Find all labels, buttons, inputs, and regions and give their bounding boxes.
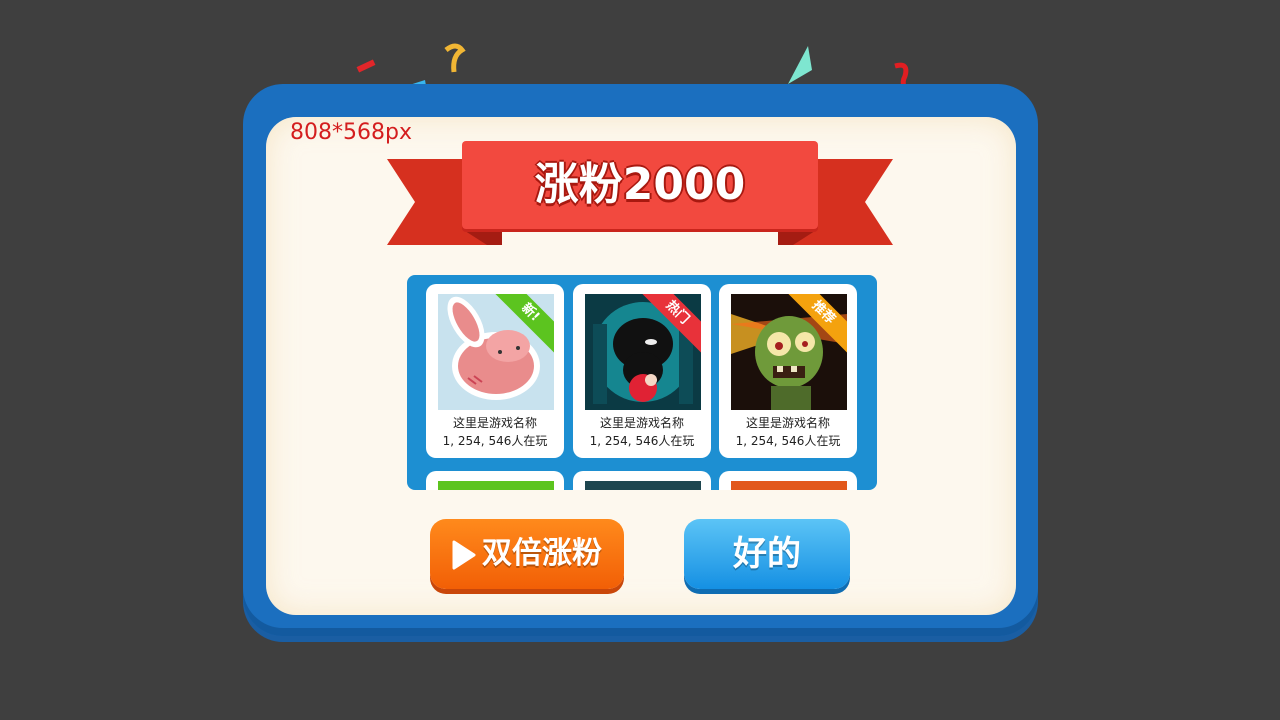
game-card[interactable] [719, 471, 857, 490]
game-name: 这里是游戏名称 [452, 416, 537, 430]
game-card[interactable]: 新! 这里是游戏名称 1, 254, 546人在玩 [426, 284, 564, 458]
play-icon [452, 540, 476, 570]
double-fans-button[interactable]: 双倍涨粉 [430, 519, 624, 589]
player-count: 1, 254, 546人在玩 [735, 434, 841, 448]
ok-button[interactable]: 好的 [684, 519, 850, 589]
game-card[interactable]: 热门 这里是游戏名称 1, 254, 546人在玩 [573, 284, 711, 458]
game-card[interactable] [573, 471, 711, 490]
game-thumbnail-rabbit: 新! [438, 294, 554, 410]
game-list-panel[interactable]: 新! 这里是游戏名称 1, 254, 546人在玩 热门 这里是游戏名称 1, … [407, 275, 877, 490]
game-thumbnail [438, 481, 554, 490]
player-count: 1, 254, 546人在玩 [442, 434, 548, 448]
game-name: 这里是游戏名称 [745, 416, 830, 430]
double-fans-label: 双倍涨粉 [482, 536, 602, 571]
game-card[interactable] [426, 471, 564, 490]
game-card[interactable]: 推荐 这里是游戏名称 1, 254, 546人在玩 [719, 284, 857, 458]
dimension-note: 808*568px [290, 120, 412, 145]
ok-label: 好的 [733, 534, 801, 574]
player-count: 1, 254, 546人在玩 [589, 434, 695, 448]
game-name: 这里是游戏名称 [599, 416, 684, 430]
game-thumbnail-zombie: 推荐 [731, 294, 847, 410]
game-thumbnail [731, 481, 847, 490]
dialog-title: 涨粉2000 [534, 159, 746, 210]
game-thumbnail [585, 481, 701, 490]
game-thumbnail-shadow: 热门 [585, 294, 701, 410]
